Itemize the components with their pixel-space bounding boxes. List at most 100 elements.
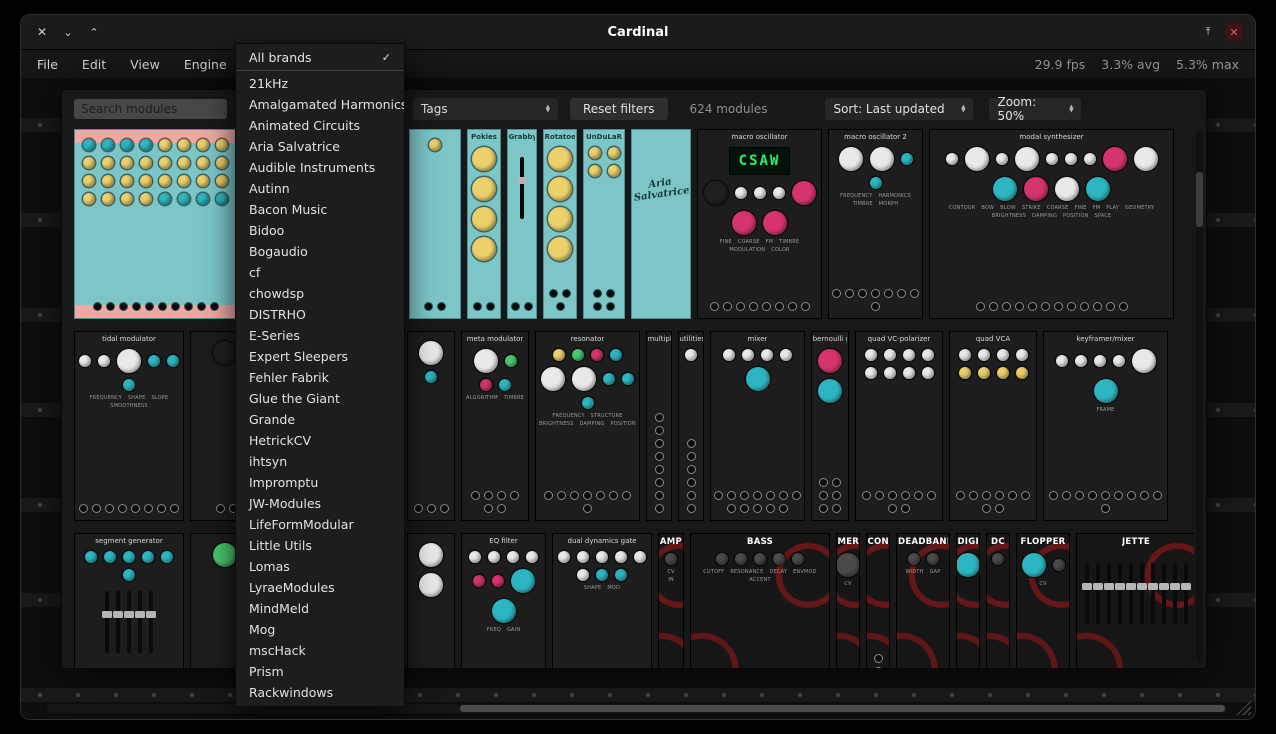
- module-title: dual dynamics gate: [568, 537, 637, 545]
- brand-option[interactable]: Animated Circuits: [236, 115, 404, 136]
- module-panel[interactable]: macro oscillator CSAW FINECOARSEFMTIMBRE…: [697, 129, 822, 319]
- minimize-window-icon[interactable]: ⌄: [59, 23, 77, 41]
- browser-vertical-scrollbar[interactable]: [1196, 130, 1203, 663]
- menu-view[interactable]: View: [130, 57, 160, 72]
- brand-option[interactable]: Prism: [236, 661, 404, 682]
- brand-option[interactable]: LyraeModules: [236, 577, 404, 598]
- brand-option[interactable]: Grande: [236, 409, 404, 430]
- module-panel[interactable]: mixer: [710, 331, 805, 521]
- module-panel[interactable]: [409, 129, 461, 319]
- module-panel[interactable]: [407, 331, 455, 521]
- module-panel[interactable]: UnDuLaR: [583, 129, 625, 319]
- module-panel[interactable]: multiples: [646, 331, 672, 521]
- module-panel[interactable]: BASS CUTOFFRESONANCEDECAYENVMODACCENT: [690, 533, 830, 668]
- title-bar: ✕ ⌄ ⌃ Cardinal ⤒ ✕: [21, 15, 1255, 50]
- brand-option[interactable]: 21kHz: [236, 73, 404, 94]
- horizontal-scrollbar[interactable]: [47, 704, 1227, 713]
- brand-option[interactable]: Amalgamated Harmonics: [236, 94, 404, 115]
- brand-option[interactable]: Bacon Music: [236, 199, 404, 220]
- reset-filters-button[interactable]: Reset filters: [570, 98, 668, 120]
- brand-option[interactable]: Rackwindows: [236, 682, 404, 703]
- brand-option[interactable]: Autinn: [236, 178, 404, 199]
- tags-filter-dropdown[interactable]: Tags ▲▼: [413, 98, 558, 120]
- module-panel[interactable]: quad VCA: [949, 331, 1037, 521]
- menu-engine[interactable]: Engine: [184, 57, 227, 72]
- module-panel[interactable]: segment generator: [74, 533, 184, 668]
- module-title: MERA: [837, 537, 858, 547]
- search-input[interactable]: [74, 99, 227, 119]
- module-panel[interactable]: AMP CVIN: [658, 533, 684, 668]
- brand-option[interactable]: LifeFormModular: [236, 514, 404, 535]
- brand-option[interactable]: Bogaudio: [236, 241, 404, 262]
- tags-filter-label: Tags: [421, 102, 448, 116]
- close-window-icon[interactable]: ✕: [33, 23, 51, 41]
- module-panel[interactable]: [407, 533, 455, 668]
- module-panel[interactable]: DIGI: [956, 533, 980, 668]
- maximize-window-icon[interactable]: ⌃: [85, 23, 103, 41]
- brand-option[interactable]: E-Series: [236, 325, 404, 346]
- sort-dropdown[interactable]: Sort: Last updated ▲▼: [825, 98, 973, 120]
- module-panel[interactable]: dual dynamics gate SHAPEMOD: [552, 533, 652, 668]
- module-panel[interactable]: FLOPPER CV: [1016, 533, 1070, 668]
- window-controls-right: ⤒ ✕: [1199, 23, 1243, 41]
- brand-option[interactable]: Bidoo: [236, 220, 404, 241]
- module-panel[interactable]: keyframer/mixer FRAME: [1043, 331, 1168, 521]
- module-knobs: [462, 343, 528, 393]
- brand-option[interactable]: Expert Sleepers: [236, 346, 404, 367]
- module-panel[interactable]: utilities: [678, 331, 704, 521]
- menu-edit[interactable]: Edit: [82, 57, 106, 72]
- horizontal-scrollbar-thumb[interactable]: [460, 705, 1225, 712]
- module-labels: [990, 381, 996, 383]
- brand-option[interactable]: Little Utils: [236, 535, 404, 556]
- module-panel[interactable]: [74, 129, 237, 319]
- module-panel[interactable]: MERA CV: [836, 533, 860, 668]
- brand-option[interactable]: ihtsyn: [236, 451, 404, 472]
- module-labels: [557, 263, 563, 265]
- keep-above-icon[interactable]: ⤒: [1199, 23, 1217, 41]
- brand-option-label: chowdsp: [249, 286, 304, 301]
- zoom-dropdown[interactable]: Zoom: 50% ▲▼: [989, 98, 1081, 120]
- brand-option[interactable]: chowdsp: [236, 283, 404, 304]
- module-panel[interactable]: resonator FREQUENCYSTRUCTUREBRIGHTNESSDA…: [535, 331, 640, 521]
- module-panel[interactable]: Rotatoes: [543, 129, 577, 319]
- brand-option[interactable]: Impromptu: [236, 472, 404, 493]
- brand-option[interactable]: HetrickCV: [236, 430, 404, 451]
- brand-option[interactable]: Aria Salvatrice: [236, 136, 404, 157]
- module-labels: [658, 256, 664, 258]
- brand-option[interactable]: JW-Modules: [236, 493, 404, 514]
- module-panel[interactable]: CONV: [866, 533, 890, 668]
- brand-option-label: Amalgamated Harmonics: [249, 97, 404, 112]
- vertical-scrollbar-thumb[interactable]: [1196, 172, 1203, 227]
- menu-file[interactable]: File: [37, 57, 58, 72]
- module-title: AMP: [660, 537, 682, 547]
- brand-option[interactable]: Mog: [236, 619, 404, 640]
- brand-option-all[interactable]: All brands ✓: [236, 47, 404, 68]
- module-ports: [973, 297, 1131, 318]
- brand-option[interactable]: Fehler Fabrik: [236, 367, 404, 388]
- brand-option[interactable]: Audible Instruments: [236, 157, 404, 178]
- module-panel[interactable]: JETTE: [1076, 533, 1194, 668]
- module-panel[interactable]: Aria Salvatrice: [631, 129, 691, 319]
- module-panel[interactable]: DC: [986, 533, 1010, 668]
- module-panel[interactable]: tidal modulator FREQUENCYSHAPESLOPESMOOT…: [74, 331, 184, 521]
- module-panel[interactable]: macro oscillator 2 FREQUENCYHARMONICSTIM…: [828, 129, 923, 319]
- module-panel[interactable]: quad VC-polarizer: [855, 331, 943, 521]
- close-icon[interactable]: ✕: [1225, 23, 1243, 41]
- module-panel[interactable]: Grabby: [507, 129, 537, 319]
- brand-option[interactable]: DISTRHO: [236, 304, 404, 325]
- brand-option[interactable]: cf: [236, 262, 404, 283]
- brand-option[interactable]: MindMeld: [236, 598, 404, 619]
- module-panel[interactable]: EQ filter FREQGAIN: [461, 533, 546, 668]
- module-title: Grabby: [509, 133, 536, 141]
- module-knobs: [837, 547, 859, 579]
- module-panel[interactable]: modal synthesizer CONTOURBOWBLOWSTRIKECO…: [929, 129, 1174, 319]
- brand-option[interactable]: Lomas: [236, 556, 404, 577]
- brand-option[interactable]: Glue the Giant: [236, 388, 404, 409]
- module-knobs: [904, 547, 943, 567]
- module-panel[interactable]: Pokies: [467, 129, 501, 319]
- module-ports: [90, 297, 222, 318]
- module-panel[interactable]: DEADBAND WIDTHGAP: [896, 533, 950, 668]
- module-panel[interactable]: meta modulator ALGORITHMTIMBRE: [461, 331, 529, 521]
- brand-option[interactable]: mscHack: [236, 640, 404, 661]
- module-panel[interactable]: bernoulli gate: [811, 331, 849, 521]
